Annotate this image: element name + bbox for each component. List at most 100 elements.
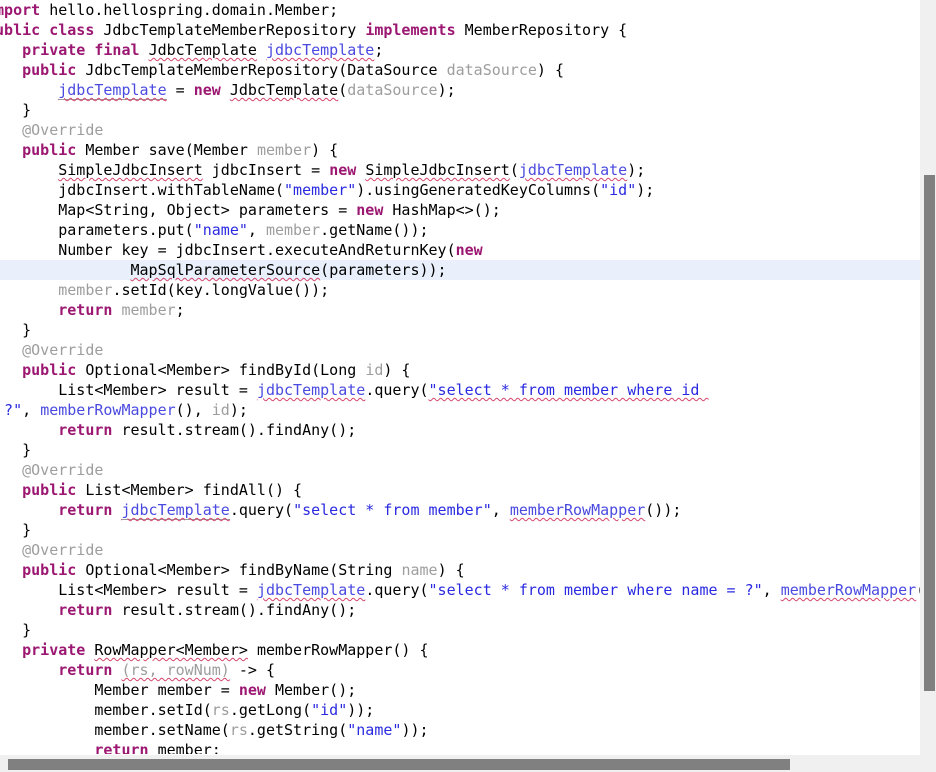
scrollbar-corner: [920, 755, 936, 772]
code-line[interactable]: public JdbcTemplateMemberRepository(Data…: [0, 60, 920, 80]
code-line[interactable]: parameters.put("name", member.getName())…: [0, 220, 920, 240]
vertical-scrollbar-thumb[interactable]: [924, 175, 935, 691]
code-token: jdbcTemplate: [121, 501, 230, 520]
code-text-area[interactable]: import hello.hellospring.domain.Member;p…: [0, 0, 920, 755]
code-token: ));: [419, 261, 447, 279]
code-token: SimpleJdbcInsert: [365, 161, 510, 179]
code-token: () {: [392, 641, 429, 659]
code-line[interactable]: @Override: [0, 120, 920, 140]
code-line[interactable]: }: [0, 100, 920, 120]
code-line[interactable]: return member;: [0, 300, 920, 320]
code-line[interactable]: import hello.hellospring.domain.Member;: [0, 0, 920, 20]
code-token: "select * from member where name = ?": [428, 581, 763, 599]
code-line[interactable]: @Override: [0, 460, 920, 480]
code-line[interactable]: SimpleJdbcInsert jdbcInsert = new Simple…: [0, 160, 920, 180]
code-token: -> {: [229, 661, 275, 679]
code-token: public: [0, 21, 41, 39]
code-line[interactable]: }: [0, 320, 920, 340]
code-token: Map<String, Object>: [58, 201, 239, 219]
code-line[interactable]: MapSqlParameterSource(parameters));: [0, 260, 920, 280]
code-editor[interactable]: import hello.hellospring.domain.Member;p…: [0, 0, 936, 772]
code-token: memberRowMapper: [780, 581, 917, 599]
code-token: new: [238, 681, 266, 699]
code-token: memberRowMapper: [40, 401, 176, 419]
code-token: public: [22, 481, 77, 499]
code-token: MapSqlParameterSource: [130, 261, 321, 279]
code-line[interactable]: return result.stream().findAny();: [0, 420, 920, 440]
code-token: new: [193, 81, 221, 99]
code-line[interactable]: jdbcTemplate = new JdbcTemplate(dataSour…: [0, 80, 920, 100]
code-line[interactable]: }: [0, 520, 920, 540]
code-line[interactable]: public Optional<Member> findByName(Strin…: [0, 560, 920, 580]
code-token: Member: [193, 141, 248, 159]
code-line[interactable]: Number key = jdbcInsert.executeAndReturn…: [0, 240, 920, 260]
code-line[interactable]: member.setId(key.longValue());: [0, 280, 920, 300]
code-line[interactable]: List<Member> result = jdbcTemplate.query…: [0, 580, 920, 600]
code-line[interactable]: }: [0, 620, 920, 640]
code-token: .getString(: [247, 721, 348, 739]
code-line[interactable]: @Override: [0, 340, 920, 360]
code-token: "id": [600, 181, 637, 199]
code-token: List<Member>: [58, 581, 176, 599]
code-line[interactable]: public Member save(Member member) {: [0, 140, 920, 160]
code-line[interactable]: return member;: [0, 740, 920, 755]
horizontal-scrollbar-thumb[interactable]: [8, 759, 790, 770]
code-token: result: [175, 581, 230, 599]
code-token: @Override: [22, 341, 104, 359]
code-line[interactable]: List<Member> result = jdbcTemplate.query…: [0, 380, 920, 400]
code-token: .query(: [365, 381, 429, 399]
code-token: .getName());: [320, 221, 429, 239]
code-token: member: [94, 701, 149, 719]
code-token: String: [338, 561, 393, 579]
code-line[interactable]: private RowMapper<Member> memberRowMappe…: [0, 640, 920, 660]
code-line[interactable]: return jdbcTemplate.query("select * from…: [0, 500, 920, 520]
code-line[interactable]: member.setName(rs.getString("name"));: [0, 720, 920, 740]
code-line[interactable]: Member member = new Member();: [0, 680, 920, 700]
code-token: );: [636, 181, 655, 199]
code-line[interactable]: member.setId(rs.getLong("id"));: [0, 700, 920, 720]
code-line[interactable]: public class JdbcTemplateMemberRepositor…: [0, 20, 920, 40]
code-line[interactable]: }: [0, 440, 920, 460]
code-token: ) {: [437, 561, 465, 579]
code-line[interactable]: public Optional<Member> findById(Long id…: [0, 360, 920, 380]
code-token: JdbcTemplateMemberRepository: [85, 61, 339, 79]
code-line[interactable]: return result.stream().findAny();: [0, 600, 920, 620]
code-token: Member();: [275, 681, 357, 699]
code-line[interactable]: jdbcInsert.withTableName("member").using…: [0, 180, 920, 200]
code-token: return: [58, 421, 113, 439]
code-token: public: [22, 61, 77, 79]
code-line[interactable]: return (rs, rowNum) -> {: [0, 660, 920, 680]
code-token: .withTableName(: [148, 181, 285, 199]
code-line[interactable]: Map<String, Object> parameters = new Has…: [0, 200, 920, 220]
code-token: ,: [247, 221, 266, 239]
horizontal-scrollbar[interactable]: [0, 755, 936, 772]
code-token: ) {: [383, 361, 411, 379]
code-token: rs: [211, 701, 230, 719]
code-line[interactable]: private final JdbcTemplate jdbcTemplate;: [0, 40, 920, 60]
code-token: jdbcTemplate: [256, 381, 366, 399]
vertical-scrollbar[interactable]: [920, 0, 936, 755]
code-line[interactable]: public List<Member> findAll() {: [0, 480, 920, 500]
code-token: id: [365, 361, 384, 379]
code-token: ) {: [311, 141, 339, 159]
code-line[interactable]: @Override: [0, 540, 920, 560]
code-line[interactable]: = ?", memberRowMapper(), id);: [0, 400, 920, 420]
code-token: }: [22, 101, 32, 119]
